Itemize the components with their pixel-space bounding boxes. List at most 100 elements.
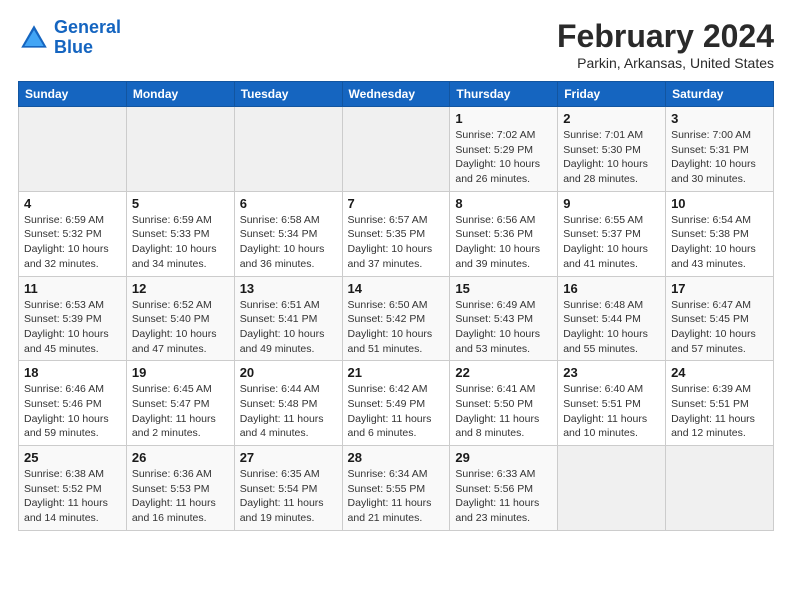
cell-day-number: 26 <box>132 450 229 465</box>
cell-info: Sunrise: 6:53 AM Sunset: 5:39 PM Dayligh… <box>24 298 121 357</box>
cell-info: Sunrise: 7:01 AM Sunset: 5:30 PM Dayligh… <box>563 128 660 187</box>
cell-day-number: 2 <box>563 111 660 126</box>
cell-day-number: 16 <box>563 281 660 296</box>
cell-day-number: 29 <box>455 450 552 465</box>
day-header-sunday: Sunday <box>19 82 127 107</box>
logo-text: General Blue <box>54 18 121 58</box>
week-row-5: 25Sunrise: 6:38 AM Sunset: 5:52 PM Dayli… <box>19 446 774 531</box>
cell-info: Sunrise: 6:44 AM Sunset: 5:48 PM Dayligh… <box>240 382 337 441</box>
cell-info: Sunrise: 7:00 AM Sunset: 5:31 PM Dayligh… <box>671 128 768 187</box>
calendar-cell: 2 Sunrise: 7:01 AM Sunset: 5:30 PM Daylig… <box>558 107 666 192</box>
logo: General Blue <box>18 18 121 58</box>
day-header-wednesday: Wednesday <box>342 82 450 107</box>
calendar-cell: 12 Sunrise: 6:52 AM Sunset: 5:40 PM Dayli… <box>126 276 234 361</box>
calendar-cell: 1 Sunrise: 7:02 AM Sunset: 5:29 PM Daylig… <box>450 107 558 192</box>
cell-day-number: 24 <box>671 365 768 380</box>
cell-day-number: 6 <box>240 196 337 211</box>
calendar-cell: 8 Sunrise: 6:56 AM Sunset: 5:36 PM Daylig… <box>450 191 558 276</box>
calendar-cell <box>126 107 234 192</box>
cell-day-number: 1 <box>455 111 552 126</box>
cell-info: Sunrise: 6:57 AM Sunset: 5:35 PM Dayligh… <box>348 213 445 272</box>
calendar-cell: 18 Sunrise: 6:46 AM Sunset: 5:46 PM Dayli… <box>19 361 127 446</box>
cell-info: Sunrise: 6:39 AM Sunset: 5:51 PM Dayligh… <box>671 382 768 441</box>
cell-day-number: 22 <box>455 365 552 380</box>
calendar-cell <box>342 107 450 192</box>
week-row-4: 18 Sunrise: 6:46 AM Sunset: 5:46 PM Dayli… <box>19 361 774 446</box>
page: General Blue February 2024 Parkin, Arkan… <box>0 0 792 612</box>
calendar-cell <box>19 107 127 192</box>
calendar-cell: 6Sunrise: 6:58 AM Sunset: 5:34 PM Daylig… <box>234 191 342 276</box>
cell-info: Sunrise: 6:49 AM Sunset: 5:43 PM Dayligh… <box>455 298 552 357</box>
calendar-cell: 22 Sunrise: 6:41 AM Sunset: 5:50 PM Dayli… <box>450 361 558 446</box>
main-title: February 2024 <box>557 18 774 55</box>
cell-info: Sunrise: 6:51 AM Sunset: 5:41 PM Dayligh… <box>240 298 337 357</box>
calendar-cell <box>666 446 774 531</box>
cell-day-number: 27 <box>240 450 337 465</box>
logo-blue: Blue <box>54 37 93 57</box>
cell-day-number: 12 <box>132 281 229 296</box>
cell-info: Sunrise: 6:54 AM Sunset: 5:38 PM Dayligh… <box>671 213 768 272</box>
cell-info: Sunrise: 6:41 AM Sunset: 5:50 PM Dayligh… <box>455 382 552 441</box>
calendar-cell: 11 Sunrise: 6:53 AM Sunset: 5:39 PM Dayli… <box>19 276 127 361</box>
calendar-cell: 14 Sunrise: 6:50 AM Sunset: 5:42 PM Dayli… <box>342 276 450 361</box>
day-headers-row: SundayMondayTuesdayWednesdayThursdayFrid… <box>19 82 774 107</box>
calendar-body: 1 Sunrise: 7:02 AM Sunset: 5:29 PM Daylig… <box>19 107 774 531</box>
calendar-table: SundayMondayTuesdayWednesdayThursdayFrid… <box>18 81 774 531</box>
calendar-cell: 10 Sunrise: 6:54 AM Sunset: 5:38 PM Dayli… <box>666 191 774 276</box>
cell-day-number: 13 <box>240 281 337 296</box>
cell-info: Sunrise: 6:33 AM Sunset: 5:56 PM Dayligh… <box>455 467 552 526</box>
cell-info: Sunrise: 6:46 AM Sunset: 5:46 PM Dayligh… <box>24 382 121 441</box>
calendar-cell: 5Sunrise: 6:59 AM Sunset: 5:33 PM Daylig… <box>126 191 234 276</box>
week-row-1: 1 Sunrise: 7:02 AM Sunset: 5:29 PM Daylig… <box>19 107 774 192</box>
cell-info: Sunrise: 6:59 AM Sunset: 5:33 PM Dayligh… <box>132 213 229 272</box>
cell-day-number: 3 <box>671 111 768 126</box>
cell-info: Sunrise: 6:48 AM Sunset: 5:44 PM Dayligh… <box>563 298 660 357</box>
day-header-thursday: Thursday <box>450 82 558 107</box>
cell-day-number: 8 <box>455 196 552 211</box>
calendar-cell: 25Sunrise: 6:38 AM Sunset: 5:52 PM Dayli… <box>19 446 127 531</box>
cell-day-number: 28 <box>348 450 445 465</box>
cell-info: Sunrise: 6:40 AM Sunset: 5:51 PM Dayligh… <box>563 382 660 441</box>
cell-info: Sunrise: 6:56 AM Sunset: 5:36 PM Dayligh… <box>455 213 552 272</box>
cell-day-number: 7 <box>348 196 445 211</box>
cell-info: Sunrise: 6:34 AM Sunset: 5:55 PM Dayligh… <box>348 467 445 526</box>
calendar-cell <box>234 107 342 192</box>
cell-day-number: 11 <box>24 281 121 296</box>
cell-day-number: 18 <box>24 365 121 380</box>
calendar-cell: 19 Sunrise: 6:45 AM Sunset: 5:47 PM Dayli… <box>126 361 234 446</box>
cell-day-number: 21 <box>348 365 445 380</box>
cell-info: Sunrise: 6:59 AM Sunset: 5:32 PM Dayligh… <box>24 213 121 272</box>
subtitle: Parkin, Arkansas, United States <box>557 55 774 71</box>
cell-info: Sunrise: 6:52 AM Sunset: 5:40 PM Dayligh… <box>132 298 229 357</box>
cell-day-number: 20 <box>240 365 337 380</box>
cell-info: Sunrise: 6:35 AM Sunset: 5:54 PM Dayligh… <box>240 467 337 526</box>
calendar-cell: 7 Sunrise: 6:57 AM Sunset: 5:35 PM Daylig… <box>342 191 450 276</box>
cell-info: Sunrise: 6:42 AM Sunset: 5:49 PM Dayligh… <box>348 382 445 441</box>
calendar-cell: 27 Sunrise: 6:35 AM Sunset: 5:54 PM Dayli… <box>234 446 342 531</box>
cell-day-number: 4 <box>24 196 121 211</box>
calendar-cell <box>558 446 666 531</box>
cell-info: Sunrise: 6:45 AM Sunset: 5:47 PM Dayligh… <box>132 382 229 441</box>
logo-general: General <box>54 17 121 37</box>
calendar-cell: 17Sunrise: 6:47 AM Sunset: 5:45 PM Dayli… <box>666 276 774 361</box>
day-header-monday: Monday <box>126 82 234 107</box>
calendar-cell: 4 Sunrise: 6:59 AM Sunset: 5:32 PM Daylig… <box>19 191 127 276</box>
cell-info: Sunrise: 6:55 AM Sunset: 5:37 PM Dayligh… <box>563 213 660 272</box>
calendar-cell: 15Sunrise: 6:49 AM Sunset: 5:43 PM Dayli… <box>450 276 558 361</box>
cell-day-number: 14 <box>348 281 445 296</box>
calendar-cell: 20 Sunrise: 6:44 AM Sunset: 5:48 PM Dayli… <box>234 361 342 446</box>
title-block: February 2024 Parkin, Arkansas, United S… <box>557 18 774 71</box>
calendar-cell: 28 Sunrise: 6:34 AM Sunset: 5:55 PM Dayli… <box>342 446 450 531</box>
calendar-cell: 16 Sunrise: 6:48 AM Sunset: 5:44 PM Dayli… <box>558 276 666 361</box>
calendar-cell: 21 Sunrise: 6:42 AM Sunset: 5:49 PM Dayli… <box>342 361 450 446</box>
cell-info: Sunrise: 7:02 AM Sunset: 5:29 PM Dayligh… <box>455 128 552 187</box>
cell-day-number: 10 <box>671 196 768 211</box>
calendar-cell: 3 Sunrise: 7:00 AM Sunset: 5:31 PM Daylig… <box>666 107 774 192</box>
calendar-cell: 29 Sunrise: 6:33 AM Sunset: 5:56 PM Dayli… <box>450 446 558 531</box>
cell-info: Sunrise: 6:50 AM Sunset: 5:42 PM Dayligh… <box>348 298 445 357</box>
week-row-3: 11 Sunrise: 6:53 AM Sunset: 5:39 PM Dayli… <box>19 276 774 361</box>
calendar-cell: 9Sunrise: 6:55 AM Sunset: 5:37 PM Daylig… <box>558 191 666 276</box>
cell-day-number: 19 <box>132 365 229 380</box>
cell-day-number: 25 <box>24 450 121 465</box>
calendar-cell: 13 Sunrise: 6:51 AM Sunset: 5:41 PM Dayli… <box>234 276 342 361</box>
